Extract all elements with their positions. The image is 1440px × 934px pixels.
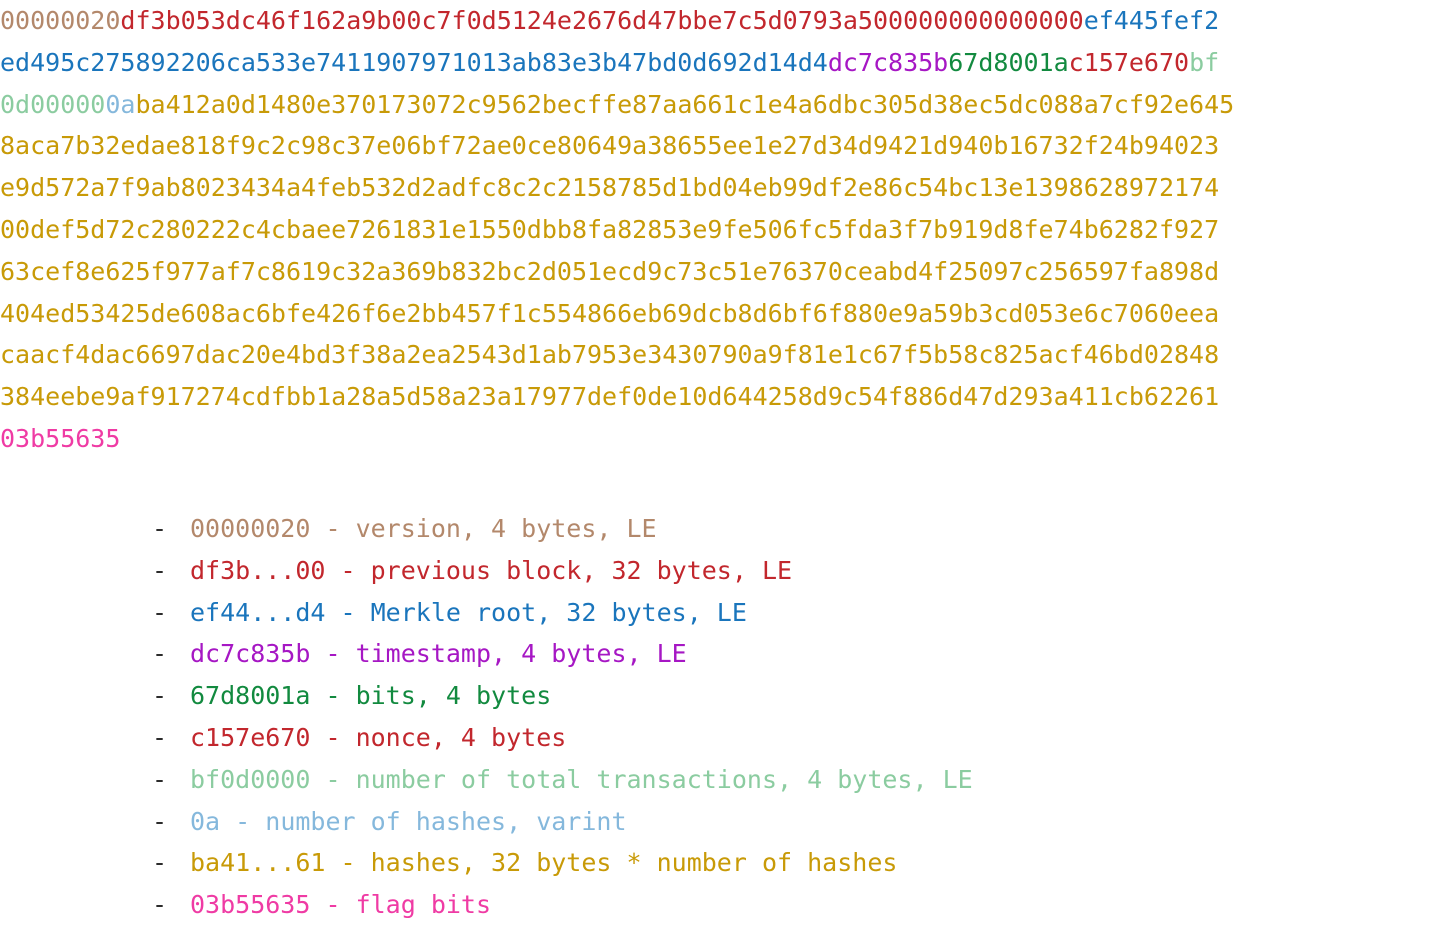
hex-segment-hashes-gold: 00def5d72c280222c4cbaee7261831e1550dbb8f… <box>0 214 1220 244</box>
legend-item: - c157e670 - nonce, 4 bytes <box>0 717 1440 759</box>
hex-segment-hashes-gold: 8aca7b32edae818f9c2c98c37e06bf72ae0ce806… <box>0 131 1220 161</box>
hex-dump-line: 384eebe9af917274cdfbb1a28a5d58a23a17977d… <box>0 376 1440 418</box>
hex-segment-hashes-gold: 63cef8e625f977af7c8619c32a369b832bc2d051… <box>0 256 1220 286</box>
legend-description: previous block, 32 bytes, LE <box>370 555 793 585</box>
hex-dump-line: 8aca7b32edae818f9c2c98c37e06bf72ae0ce806… <box>0 125 1440 167</box>
legend-description: number of total transactions, 4 bytes, L… <box>355 764 973 794</box>
hex-dump-line: caacf4dac6697dac20e4bd3f38a2ea2543d1ab79… <box>0 334 1440 376</box>
hex-segment-version-brown: 00000020 <box>0 6 121 35</box>
legend-separator: - <box>325 848 371 878</box>
legend-item: - dc7c835b - timestamp, 4 bytes, LE <box>0 633 1440 675</box>
legend-separator: - <box>220 806 266 836</box>
hex-segment-total-tx-lightgreen: bf <box>1189 47 1220 77</box>
legend-bullet-dash: - <box>152 848 168 878</box>
hex-dump-line: 0d000000aba412a0d1480e370173072c9562becf… <box>0 84 1440 126</box>
legend-item: - ef44...d4 - Merkle root, 32 bytes, LE <box>0 592 1440 634</box>
legend-separator: - <box>310 681 356 711</box>
legend-bullet-dash: - <box>152 597 168 627</box>
legend-hex-value: 03b55635 <box>190 890 311 920</box>
hex-dump: 00000020df3b053dc46f162a9b00c7f0d5124e26… <box>0 0 1440 460</box>
legend-separator: - <box>325 555 371 585</box>
hex-segment-bits-green: 67d8001a <box>948 47 1069 77</box>
legend-item: -67d8001a - bits, 4 bytes <box>0 675 1440 717</box>
legend-bullet-dash: - <box>152 722 168 752</box>
hex-segment-flag-bits-magenta: 03b55635 <box>0 423 121 453</box>
legend-hex-value: 67d8001a <box>190 681 311 711</box>
legend-separator: - <box>325 597 371 627</box>
hex-segment-hashes-gold: e9d572a7f9ab8023434a4feb532d2adfc8c2c215… <box>0 173 1220 203</box>
legend-description: nonce, 4 bytes <box>355 722 567 752</box>
legend-hex-value: ba41...61 <box>190 848 326 878</box>
legend-item: -0a - number of hashes, varint <box>0 801 1440 843</box>
hex-segment-merkle-blue: ed495c275892206ca533e7411907971013ab83e3… <box>0 47 828 77</box>
hex-segment-hashes-gold: ba412a0d1480e370173072c9562becffe87aa661… <box>135 89 1235 119</box>
field-legend-list: -00000020 - version, 4 bytes, LE - df3b...… <box>0 508 1440 926</box>
hex-segment-hashes-gold: caacf4dac6697dac20e4bd3f38a2ea2543d1ab79… <box>0 340 1220 370</box>
legend-separator: - <box>310 722 356 752</box>
hex-segment-hashes-gold: 384eebe9af917274cdfbb1a28a5d58a23a17977d… <box>0 382 1220 412</box>
legend-separator: - <box>310 764 356 794</box>
legend-description: hashes, 32 bytes * number of hashes <box>370 848 898 878</box>
legend-item: -00000020 - version, 4 bytes, LE <box>0 508 1440 550</box>
legend-item: - ba41...61 - hashes, 32 bytes * number o… <box>0 842 1440 884</box>
legend-hex-value: c157e670 <box>190 722 311 752</box>
hex-dump-line: 00def5d72c280222c4cbaee7261831e1550dbb8f… <box>0 209 1440 251</box>
legend-item: - df3b...00 - previous block, 32 bytes, L… <box>0 550 1440 592</box>
hex-segment-hashes-gold: 404ed53425de608ac6bfe426f6e2bb457f1c5548… <box>0 298 1220 328</box>
legend-hex-value: ef44...d4 <box>190 597 326 627</box>
legend-separator: - <box>310 514 356 543</box>
legend-separator: - <box>310 639 356 669</box>
hex-segment-nonce-red: c157e670 <box>1068 47 1190 77</box>
legend-description: Merkle root, 32 bytes, LE <box>370 597 747 627</box>
legend-hex-value: df3b...00 <box>190 555 326 585</box>
legend-hex-value: bf0d0000 <box>190 764 311 794</box>
hex-dump-line: 03b55635 <box>0 418 1440 460</box>
legend-description: bits, 4 bytes <box>355 681 552 711</box>
legend-description: number of hashes, varint <box>265 806 627 836</box>
hex-dump-line: 404ed53425de608ac6bfe426f6e2bb457f1c5548… <box>0 293 1440 335</box>
legend-description: flag bits <box>355 890 492 920</box>
legend-bullet-dash: - <box>152 890 168 920</box>
hex-segment-prev-block-red: df3b053dc46f162a9b00c7f0d5124e2676d47bbe… <box>120 6 1084 35</box>
legend-bullet-dash: - <box>152 681 168 711</box>
legend-hex-value: 00000020 <box>190 514 311 543</box>
legend-hex-value: 0a <box>190 806 221 836</box>
legend-bullet-dash: - <box>152 555 168 585</box>
hex-dump-line: 00000020df3b053dc46f162a9b00c7f0d5124e26… <box>0 0 1440 42</box>
legend-description: version, 4 bytes, LE <box>355 514 657 543</box>
hex-segment-num-hashes-lightblue: 0a <box>105 89 136 119</box>
hex-dump-line: ed495c275892206ca533e7411907971013ab83e3… <box>0 42 1440 84</box>
legend-bullet-dash: - <box>152 806 168 836</box>
legend-separator: - <box>310 890 356 920</box>
hex-segment-total-tx-lightgreen: 0d00000 <box>0 89 106 119</box>
hex-dump-line: 63cef8e625f977af7c8619c32a369b832bc2d051… <box>0 251 1440 293</box>
legend-bullet-dash: - <box>152 764 168 794</box>
legend-description: timestamp, 4 bytes, LE <box>355 639 687 669</box>
legend-item: - bf0d0000 - number of total transactions… <box>0 759 1440 801</box>
legend-bullet-dash: - <box>152 514 168 543</box>
legend-bullet-dash: - <box>152 639 168 669</box>
legend-hex-value: dc7c835b <box>190 639 311 669</box>
hex-segment-timestamp-purple: dc7c835b <box>827 47 949 77</box>
hex-segment-merkle-blue: ef445fef2 <box>1083 6 1220 35</box>
hex-dump-line: e9d572a7f9ab8023434a4feb532d2adfc8c2c215… <box>0 167 1440 209</box>
legend-item: -03b55635 - flag bits <box>0 884 1440 926</box>
